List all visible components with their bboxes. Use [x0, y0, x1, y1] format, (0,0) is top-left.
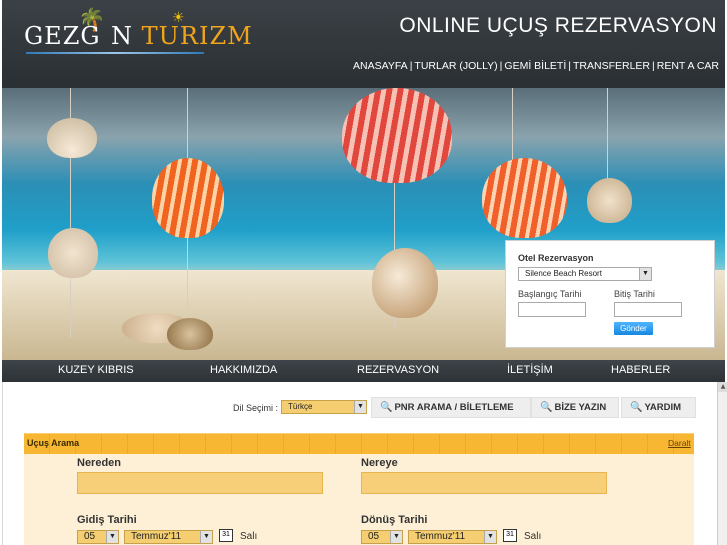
nav-item-contact[interactable]: İLETİŞİM — [507, 364, 553, 376]
chevron-down-icon: ▼ — [639, 268, 651, 280]
collapse-link[interactable]: Daralt — [668, 438, 691, 448]
search-icon: 🔍 — [540, 402, 553, 413]
scrollbar[interactable]: ▲ — [717, 382, 727, 545]
scroll-up-icon[interactable]: ▲ — [718, 382, 727, 392]
seashell-image — [482, 158, 567, 238]
seashell-image — [152, 158, 224, 238]
chevron-down-icon: ▼ — [106, 531, 118, 543]
calendar-icon[interactable]: 31 — [219, 529, 233, 542]
chevron-down-icon: ▼ — [200, 531, 212, 543]
return-month-select[interactable]: Temmuz'11 ▼ — [408, 530, 497, 544]
top-nav-transfers[interactable]: TRANSFERLER — [573, 60, 650, 72]
seashell-image — [167, 318, 213, 350]
hotel-submit-button[interactable]: Gönder — [614, 322, 653, 335]
page-title: ONLINE UÇUŞ REZERVASYON — [399, 14, 717, 37]
hotel-reservation-widget: Otel Rezervasyon Silence Beach Resort ▼ … — [505, 240, 715, 348]
contact-us-button[interactable]: 🔍 BİZE YAZIN — [531, 397, 619, 418]
language-label: Dil Seçimi : — [233, 403, 279, 413]
hotel-start-date-input[interactable] — [518, 302, 586, 317]
depart-weekday: Salı — [240, 531, 258, 542]
seashell-image — [587, 178, 632, 223]
return-date-label: Dönüş Tarihi — [361, 514, 428, 526]
help-button[interactable]: 🔍 YARDIM — [621, 397, 696, 418]
search-icon: 🔍 — [630, 402, 643, 413]
chevron-down-icon: ▼ — [484, 531, 496, 543]
seashell-image — [342, 88, 452, 183]
nav-item-north-cyprus[interactable]: KUZEY KIBRIS — [58, 364, 134, 376]
logo-text: GEZGIN TURIZM — [24, 22, 253, 50]
depart-day-select[interactable]: 05 ▼ — [77, 530, 119, 544]
seashell-image — [372, 248, 438, 318]
return-day-select[interactable]: 05 ▼ — [361, 530, 403, 544]
to-label: Nereye — [361, 457, 398, 469]
site-logo[interactable]: 🌴 ☀ GEZGIN TURIZM — [22, 8, 252, 60]
depart-date-label: Gidiş Tarihi — [77, 514, 137, 526]
language-select[interactable]: Türkçe ▼ — [281, 400, 367, 414]
hotel-widget-title: Otel Rezervasyon — [518, 253, 594, 263]
depart-month-select[interactable]: Temmuz'11 ▼ — [124, 530, 213, 544]
search-icon: 🔍 — [380, 402, 393, 413]
chevron-down-icon: ▼ — [354, 401, 366, 413]
calendar-icon[interactable]: 31 — [503, 529, 517, 542]
pnr-search-button[interactable]: 🔍 PNR ARAMA / BİLETLEME — [371, 397, 531, 418]
top-nav-rent-a-car[interactable]: RENT A CAR — [657, 60, 719, 72]
nav-item-news[interactable]: HABERLER — [611, 364, 670, 376]
flight-search-header — [24, 433, 694, 454]
seashell-image — [47, 118, 97, 158]
main-nav: KUZEY KIBRIS HAKKIMIZDA REZERVASYON İLET… — [2, 360, 725, 382]
top-nav-tours[interactable]: TURLAR (JOLLY) — [414, 60, 497, 72]
chevron-down-icon: ▼ — [390, 531, 402, 543]
top-nav: ANASAYFA | TURLAR (JOLLY) | GEMİ BİLETİ … — [353, 60, 719, 72]
hotel-end-date-input[interactable] — [614, 302, 682, 317]
hotel-end-label: Bitiş Tarihi — [614, 289, 655, 299]
seashell-image — [48, 228, 98, 278]
site-header: 🌴 ☀ GEZGIN TURIZM ONLINE UÇUŞ REZERVASYO… — [2, 0, 725, 88]
nav-item-about[interactable]: HAKKIMIZDA — [210, 364, 277, 376]
from-input[interactable] — [77, 472, 323, 494]
logo-underline — [26, 52, 204, 54]
top-nav-home[interactable]: ANASAYFA — [353, 60, 408, 72]
top-nav-ferry[interactable]: GEMİ BİLETİ — [504, 60, 566, 72]
hotel-select[interactable]: Silence Beach Resort ▼ — [518, 267, 652, 281]
return-weekday: Salı — [524, 531, 542, 542]
flight-search-title: Uçuş Arama — [27, 438, 80, 448]
hotel-start-label: Başlangıç Tarihi — [518, 289, 582, 299]
from-label: Nereden — [77, 457, 122, 469]
to-input[interactable] — [361, 472, 607, 494]
nav-item-reservation[interactable]: REZERVASYON — [357, 364, 439, 376]
